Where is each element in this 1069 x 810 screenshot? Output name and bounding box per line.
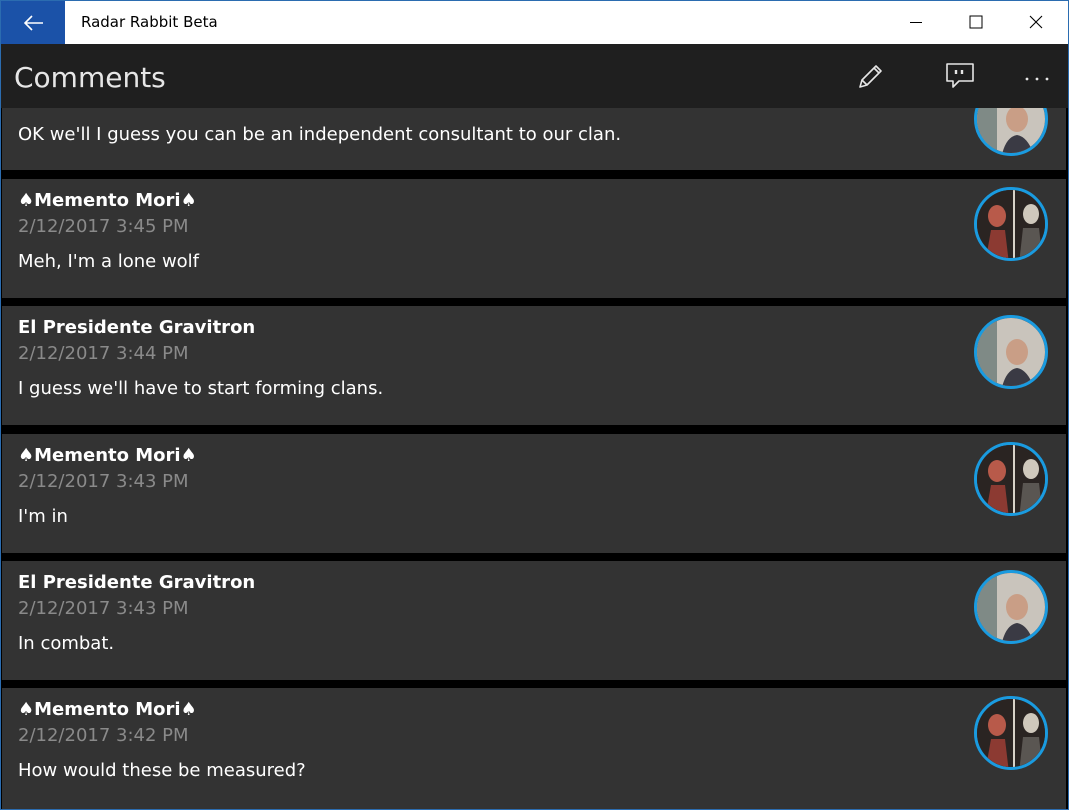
comment-message: Meh, I'm a lone wolf <box>18 251 200 272</box>
arrow-left-icon <box>24 15 43 31</box>
maximize-button[interactable] <box>946 1 1006 44</box>
avatar-photo <box>977 318 1045 386</box>
maximize-icon <box>969 15 983 29</box>
avatar-el-presidente[interactable] <box>974 570 1048 644</box>
comment-card[interactable]: ♠Memento Mori♠ 2/12/2017 3:45 PM Meh, I'… <box>2 179 1066 298</box>
comment-author[interactable]: ♠Memento Mori♠ <box>18 445 197 466</box>
avatar-photo <box>977 445 1045 513</box>
edit-button[interactable] <box>846 52 894 100</box>
avatar-photo <box>977 699 1045 767</box>
more-button[interactable] <box>1013 52 1061 100</box>
minimize-button[interactable] <box>886 1 946 44</box>
pencil-icon <box>859 65 882 88</box>
more-ellipsis-icon <box>1025 77 1049 81</box>
comment-message: I guess we'll have to start forming clan… <box>18 378 384 399</box>
comment-card[interactable]: OK we'll I guess you can be an independe… <box>2 108 1066 170</box>
comment-timestamp: 2/12/2017 3:43 PM <box>18 471 189 492</box>
comment-author[interactable]: El Presidente Gravitron <box>18 317 255 338</box>
avatar-memento-mori[interactable] <box>974 442 1048 516</box>
comment-bubble-icon <box>946 63 974 88</box>
app-title: Radar Rabbit Beta <box>81 13 218 31</box>
comment-card[interactable]: ♠Memento Mori♠ 2/12/2017 3:42 PM How wou… <box>2 688 1066 809</box>
avatar-photo <box>977 190 1045 258</box>
close-button[interactable] <box>1006 1 1066 44</box>
comment-timestamp: 2/12/2017 3:45 PM <box>18 216 189 237</box>
back-button[interactable] <box>1 1 65 44</box>
comment-timestamp: 2/12/2017 3:42 PM <box>18 725 189 746</box>
avatar-photo <box>977 573 1045 641</box>
avatar-memento-mori[interactable] <box>974 187 1048 261</box>
command-bar: Comments <box>1 44 1068 108</box>
comment-message: I'm in <box>18 506 68 527</box>
comment-author[interactable]: ♠Memento Mori♠ <box>18 190 197 211</box>
comment-card[interactable]: El Presidente Gravitron 2/12/2017 3:43 P… <box>2 561 1066 680</box>
comment-message: In combat. <box>18 633 115 654</box>
avatar-el-presidente[interactable] <box>974 108 1048 156</box>
comment-timestamp: 2/12/2017 3:44 PM <box>18 343 189 364</box>
comments-list[interactable]: OK we'll I guess you can be an independe… <box>2 108 1068 809</box>
close-icon <box>1029 15 1043 29</box>
comment-timestamp: 2/12/2017 3:43 PM <box>18 598 189 619</box>
comment-author[interactable]: ♠Memento Mori♠ <box>18 699 197 720</box>
comment-author[interactable]: El Presidente Gravitron <box>18 572 255 593</box>
comment-card[interactable]: El Presidente Gravitron 2/12/2017 3:44 P… <box>2 306 1066 425</box>
title-bar: Radar Rabbit Beta <box>1 1 1068 44</box>
avatar-photo <box>977 108 1045 153</box>
app-window: Radar Rabbit Beta Comments OK we'll I gu… <box>0 0 1069 810</box>
minimize-icon <box>910 22 922 23</box>
page-title: Comments <box>14 61 166 94</box>
comment-message: OK we'll I guess you can be an independe… <box>18 124 622 145</box>
avatar-el-presidente[interactable] <box>974 315 1048 389</box>
comment-card[interactable]: ♠Memento Mori♠ 2/12/2017 3:43 PM I'm in <box>2 434 1066 553</box>
comment-message: How would these be measured? <box>18 760 306 781</box>
add-comment-button[interactable] <box>936 52 984 100</box>
avatar-memento-mori[interactable] <box>974 696 1048 770</box>
